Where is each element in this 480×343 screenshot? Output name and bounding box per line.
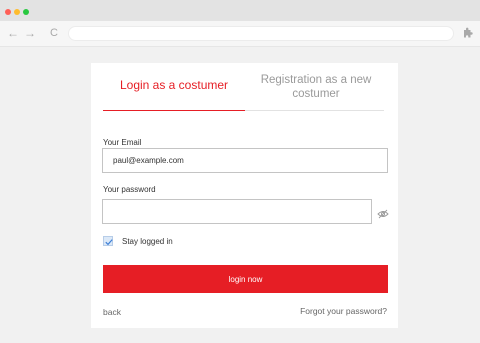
hide-password-icon[interactable]: [377, 206, 389, 219]
stay-logged-in-checkbox[interactable]: [103, 236, 113, 246]
checkmark-icon: [105, 239, 113, 246]
auth-tabs: Login as a costumer Registration as a ne…: [91, 63, 398, 111]
maximize-window-button[interactable]: [23, 9, 29, 15]
email-field[interactable]: [102, 148, 388, 173]
title-bar: [0, 0, 480, 21]
login-button[interactable]: login now: [103, 265, 388, 293]
active-tab-indicator: [103, 110, 245, 111]
address-bar[interactable]: [68, 26, 454, 41]
forgot-password-link[interactable]: Forgot your password?: [300, 306, 387, 316]
back-link[interactable]: back: [103, 307, 121, 317]
close-window-button[interactable]: [5, 9, 11, 15]
email-label: Your Email: [103, 138, 142, 147]
password-label: Your password: [103, 185, 156, 194]
tab-divider: [245, 110, 384, 111]
forward-arrow-icon[interactable]: →: [24, 26, 36, 40]
browser-window: ← → C Login as a costumer Registration a…: [0, 0, 480, 343]
login-card: Login as a costumer Registration as a ne…: [91, 63, 398, 328]
reload-icon[interactable]: C: [50, 26, 58, 40]
password-field[interactable]: [102, 199, 372, 224]
tab-registration[interactable]: Registration as a new costumer: [249, 73, 383, 101]
puzzle-icon[interactable]: [462, 26, 473, 38]
minimize-window-button[interactable]: [14, 9, 20, 15]
back-arrow-icon[interactable]: ←: [7, 26, 19, 40]
browser-toolbar: ← → C: [0, 21, 480, 47]
tab-login[interactable]: Login as a costumer: [103, 78, 245, 92]
stay-logged-in-label: Stay logged in: [122, 237, 173, 246]
